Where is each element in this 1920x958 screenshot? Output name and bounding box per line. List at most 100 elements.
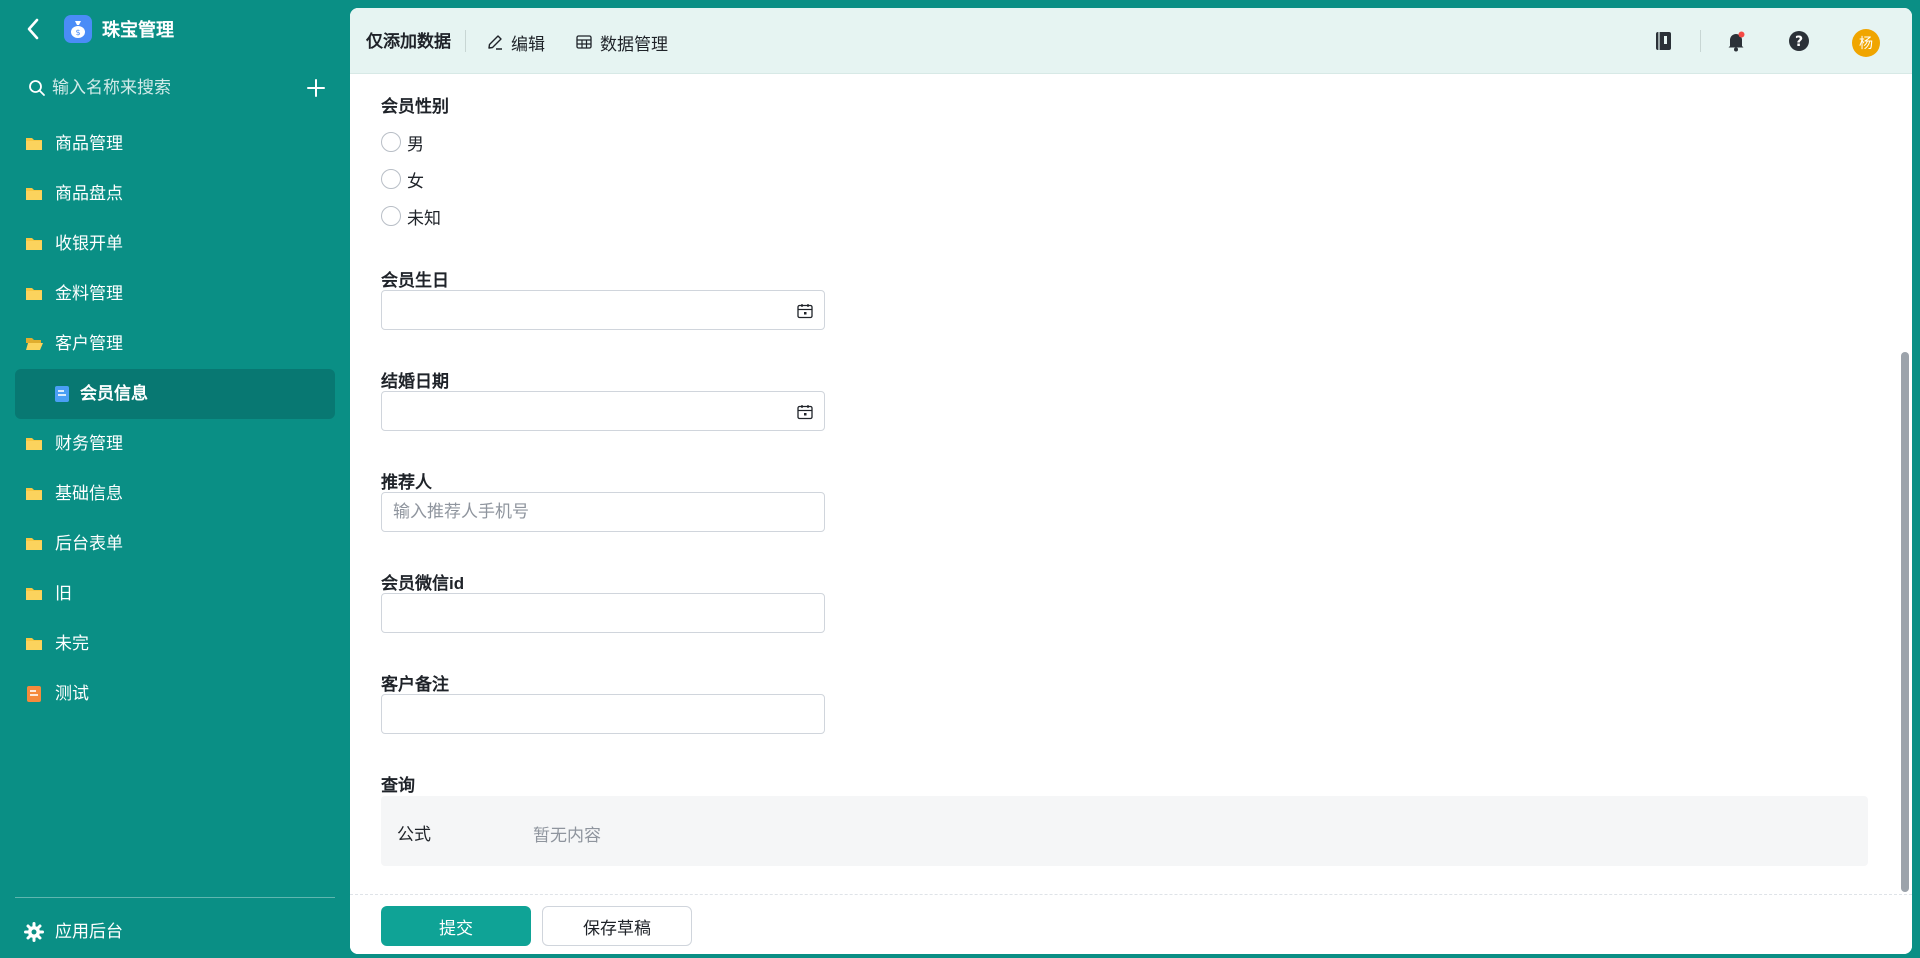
sidebar: $ 珠宝管理 商品管理 商品盘点 收银开单 金料管理 客户管理 (0, 0, 350, 958)
sidebar-search[interactable] (28, 75, 328, 101)
app-title: 珠宝管理 (102, 20, 174, 40)
form-icon (55, 386, 69, 402)
app-backend-link[interactable]: 应用后台 (0, 912, 350, 952)
form-content: 会员性别 男 女 未知 会员生日 结婚日期 推荐人 输入推荐人手机号 会员微信i… (350, 74, 1898, 894)
query-key: 公式 (397, 825, 431, 844)
sidebar-item-old[interactable]: 旧 (0, 569, 350, 619)
sidebar-item-label: 未完 (55, 634, 89, 653)
wedding-date-picker[interactable] (381, 391, 825, 431)
birthday-input[interactable] (382, 291, 824, 329)
birthday-date-picker[interactable] (381, 290, 825, 330)
radio-label: 未知 (407, 208, 441, 228)
sidebar-item-gold[interactable]: 金料管理 (0, 269, 350, 319)
sidebar-item-basic-info[interactable]: 基础信息 (0, 469, 350, 519)
gender-option-female[interactable]: 女 (381, 167, 424, 191)
data-manage-label: 数据管理 (600, 34, 668, 54)
data-manage-button[interactable]: 数据管理 (575, 30, 668, 54)
sidebar-item-cashier[interactable]: 收银开单 (0, 219, 350, 269)
calendar-icon[interactable] (796, 403, 814, 421)
folder-icon (26, 588, 42, 600)
folder-icon (26, 288, 42, 300)
sidebar-header: $ 珠宝管理 (0, 0, 350, 58)
sidebar-item-label: 基础信息 (55, 484, 123, 503)
notification-button[interactable] (1723, 28, 1749, 54)
radio-label: 女 (407, 171, 424, 191)
svg-text:?: ? (1795, 34, 1803, 50)
help-button[interactable]: ? (1786, 28, 1812, 54)
wedding-date-label: 结婚日期 (381, 372, 449, 391)
form-footer: 提交 保存草稿 (350, 894, 1912, 954)
sidebar-item-inventory[interactable]: 商品盘点 (0, 169, 350, 219)
scrollbar-thumb[interactable] (1901, 352, 1909, 892)
sidebar-item-finance[interactable]: 财务管理 (0, 419, 350, 469)
sidebar-item-customer[interactable]: 客户管理 (0, 319, 350, 369)
edit-label: 编辑 (511, 34, 545, 54)
radio-circle[interactable] (381, 169, 401, 189)
page-title: 仅添加数据 (366, 32, 451, 51)
topbar: 仅添加数据 编辑 数据管理 ? 杨 (350, 8, 1912, 74)
radio-circle[interactable] (381, 206, 401, 226)
sidebar-item-member-info[interactable]: 会员信息 (15, 369, 335, 419)
sidebar-item-label: 后台表单 (55, 534, 123, 553)
wechat-id-field[interactable] (381, 593, 825, 633)
scrollbar[interactable] (1898, 74, 1912, 894)
sidebar-list: 商品管理 商品盘点 收银开单 金料管理 客户管理 会员信息 财务管理 基础信息 (0, 119, 350, 719)
gender-option-male[interactable]: 男 (381, 130, 424, 154)
notebook-icon (1656, 32, 1671, 50)
submit-button[interactable]: 提交 (381, 906, 531, 946)
sidebar-item-label: 测试 (55, 684, 89, 703)
sidebar-item-unfinished[interactable]: 未完 (0, 619, 350, 669)
sidebar-item-label: 会员信息 (80, 384, 148, 403)
bell-icon (1728, 31, 1745, 52)
sidebar-item-backend-forms[interactable]: 后台表单 (0, 519, 350, 569)
wedding-date-input[interactable] (382, 392, 824, 430)
topbar-divider (465, 30, 466, 52)
sidebar-item-label: 商品管理 (55, 134, 123, 153)
folder-icon (26, 238, 42, 250)
folder-icon (26, 538, 42, 550)
sidebar-item-label: 商品盘点 (55, 184, 123, 203)
money-bag-icon: $ (71, 21, 85, 38)
search-input[interactable] (52, 78, 292, 98)
sidebar-item-label: 金料管理 (55, 284, 123, 303)
edit-button[interactable]: 编辑 (486, 30, 545, 54)
folder-icon (26, 638, 42, 650)
search-icon (29, 80, 45, 96)
remark-input[interactable] (382, 695, 824, 733)
gender-option-unknown[interactable]: 未知 (381, 204, 441, 228)
referrer-field[interactable] (381, 492, 825, 532)
app-icon: $ (64, 15, 92, 43)
sidebar-item-product[interactable]: 商品管理 (0, 119, 350, 169)
sidebar-item-label: 旧 (55, 584, 72, 603)
save-draft-button[interactable]: 保存草稿 (542, 906, 692, 946)
avatar[interactable]: 杨 (1852, 29, 1880, 57)
sidebar-divider (15, 897, 335, 898)
calendar-icon[interactable] (796, 302, 814, 320)
sidebar-item-label: 收银开单 (55, 234, 123, 253)
notebook-button[interactable] (1650, 28, 1676, 54)
folder-open-icon (26, 338, 43, 350)
gender-label: 会员性别 (381, 97, 449, 116)
remark-field[interactable] (381, 694, 825, 734)
gear-icon (24, 922, 44, 942)
sidebar-item-label: 客户管理 (55, 334, 123, 353)
radio-circle[interactable] (381, 132, 401, 152)
query-value: 暂无内容 (533, 826, 601, 845)
app-backend-label: 应用后台 (55, 922, 123, 941)
folder-icon (26, 138, 42, 150)
sidebar-item-label: 财务管理 (55, 434, 123, 453)
wechat-id-input[interactable] (382, 594, 824, 632)
topbar-right-divider (1700, 30, 1701, 52)
add-button[interactable] (304, 76, 328, 100)
folder-icon (26, 438, 42, 450)
query-box: 公式 暂无内容 (381, 796, 1868, 866)
sidebar-item-test[interactable]: 测试 (0, 669, 350, 719)
table-icon (576, 35, 592, 49)
remark-label: 客户备注 (381, 675, 449, 694)
form-orange-icon (27, 686, 41, 702)
folder-icon (26, 488, 42, 500)
main-panel: 仅添加数据 编辑 数据管理 ? 杨 会员性别 男 女 未知 会员生日 结婚日期 … (350, 8, 1912, 954)
referrer-input[interactable] (382, 493, 824, 531)
back-button[interactable] (20, 14, 46, 44)
birthday-label: 会员生日 (381, 271, 449, 290)
